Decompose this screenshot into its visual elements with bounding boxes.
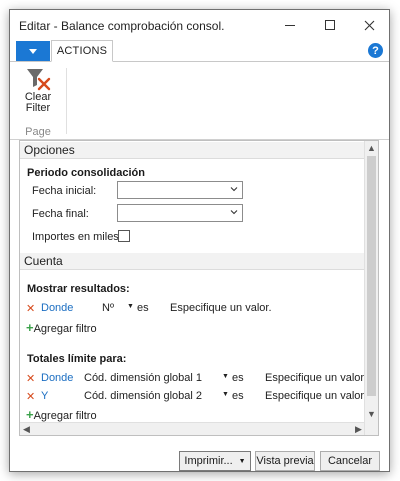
group-title-periodo: Periodo consolidación [27,167,145,179]
clear-filter-label-2: Filter [25,102,51,114]
filter-field[interactable]: Nº [102,302,114,314]
dialog-window: Editar - Balance comprobación consol. AC… [9,9,390,472]
filter-value[interactable]: Especifique un valor. [265,372,367,384]
funnel-clear-icon [27,69,51,91]
ribbon-tabs: ACTIONS ? [10,40,389,62]
filter-row: ✕ Donde Cód. dimensión global 1 ▼ es Esp… [26,372,367,386]
filter-field[interactable]: Cód. dimensión global 1 [84,372,202,384]
clear-filter-button[interactable]: Clear Filter [18,66,58,118]
filter-operator[interactable]: es [232,372,244,384]
plus-icon: + [26,407,34,422]
window-title: Editar - Balance comprobación consol. [19,19,225,33]
dropdown-arrow-icon: ▼ [238,457,246,465]
chevron-down-icon [230,187,238,192]
maximize-icon [325,20,335,30]
chevron-down-icon [230,210,238,215]
group-title-mostrar: Mostrar resultados: [27,283,130,295]
add-filter-link-2[interactable]: +Agregar filtro [26,407,97,422]
ribbon-group-page: Page [25,126,51,138]
minimize-icon [285,24,295,26]
add-filter-label-2: Agregar filtro [33,410,97,422]
group-title-totales: Totales límite para: [27,353,127,365]
plus-icon: + [26,320,34,335]
preview-button[interactable]: Vista previa [255,451,315,471]
add-filter-label: Agregar filtro [33,323,97,335]
filter-row: ✕ Donde Nº ▼ es Especifique un valor. [26,302,356,316]
title-bar: Editar - Balance comprobación consol. [10,10,389,40]
importes-miles-checkbox[interactable] [118,230,130,242]
close-icon [364,20,374,30]
remove-x-icon[interactable]: ✕ [26,302,35,315]
app-menu-button[interactable] [16,41,50,61]
scroll-down-icon[interactable]: ▼ [365,407,378,421]
fecha-inicial-label: Fecha inicial: [32,185,97,197]
fecha-inicial-field[interactable] [117,181,243,199]
section-header-opciones[interactable]: Opciones [20,142,365,159]
filter-prefix-link[interactable]: Donde [41,302,73,314]
remove-x-icon[interactable]: ✕ [26,390,35,403]
scrollbar-thumb[interactable] [367,156,376,396]
add-filter-link[interactable]: +Agregar filtro [26,320,97,335]
horizontal-scrollbar[interactable]: ◀ ▶ [20,422,365,435]
filter-prefix-link[interactable]: Donde [41,372,73,384]
ribbon: Clear Filter Page [10,62,389,140]
cancel-button[interactable]: Cancelar [320,451,380,471]
close-button[interactable] [349,10,389,40]
operator-dropdown-icon[interactable]: ▼ [222,373,229,380]
maximize-button[interactable] [310,10,350,40]
operator-dropdown-icon[interactable]: ▼ [222,391,229,398]
importes-miles-label: Importes en miles: [32,231,122,243]
filter-operator[interactable]: es [232,390,244,402]
vertical-scrollbar[interactable]: ▲ ▼ [364,141,378,435]
ribbon-separator [66,68,67,134]
filter-operator[interactable]: es [137,302,149,314]
filter-value[interactable]: Especifique un valor. [170,302,272,314]
remove-x-icon[interactable]: ✕ [26,372,35,385]
request-page-content: Opciones Periodo consolidación Fecha ini… [19,140,379,436]
section-header-cuenta[interactable]: Cuenta [20,253,365,270]
fecha-final-field[interactable] [117,204,243,222]
scroll-left-icon[interactable]: ◀ [20,423,33,435]
fecha-final-label: Fecha final: [32,208,89,220]
tab-actions[interactable]: ACTIONS [51,40,113,62]
filter-prefix-link[interactable]: Y [41,390,48,402]
operator-dropdown-icon[interactable]: ▼ [127,303,134,310]
print-button-label: Imprimir... [184,455,233,467]
minimize-button[interactable] [270,10,310,40]
filter-field[interactable]: Cód. dimensión global 2 [84,390,202,402]
scroll-up-icon[interactable]: ▲ [365,141,378,155]
filter-row: ✕ Y Cód. dimensión global 2 ▼ es Especif… [26,390,367,404]
help-icon[interactable]: ? [368,43,383,58]
print-button[interactable]: Imprimir... ▼ [179,451,251,471]
filter-value[interactable]: Especifique un valor. [265,390,367,402]
